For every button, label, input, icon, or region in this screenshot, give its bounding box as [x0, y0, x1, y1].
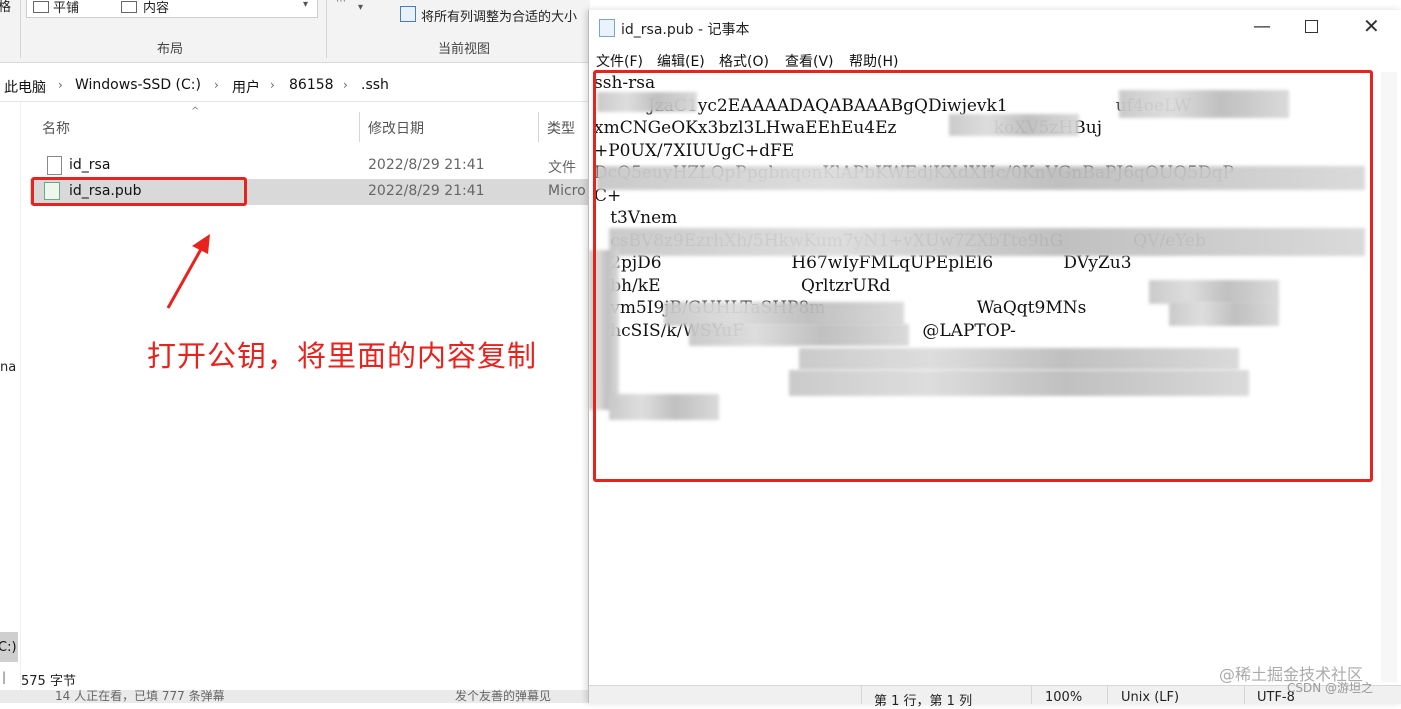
file-name: id_rsa: [69, 157, 111, 173]
vertical-scrollbar[interactable]: [1381, 72, 1397, 682]
highlight-box-content: [593, 70, 1373, 482]
ribbon-partial-label: 格: [0, 0, 12, 15]
status-divider: [1107, 686, 1108, 704]
chevron-right-icon: ›: [58, 78, 63, 92]
tile-view-option[interactable]: 平铺: [53, 0, 79, 16]
status-divider: [1244, 686, 1245, 704]
menu-format[interactable]: 格式(O): [719, 51, 769, 71]
notepad-title-bar[interactable]: id_rsa.pub - 记事本 — ✕: [589, 10, 1401, 46]
autofit-columns-button[interactable]: 将所有列调整为合适的大小: [421, 6, 577, 25]
breadcrumb-this-pc[interactable]: 此电脑: [4, 77, 46, 97]
column-divider[interactable]: [538, 112, 539, 142]
window-title: id_rsa.pub - 记事本: [621, 22, 750, 38]
file-explorer-window: 格 平铺 内容 ▾ 布局 ⋯ ▾ 将所有列调整为合适的大小 当前视图 此电脑 ›…: [0, 0, 590, 703]
annotation-text: 打开公钥，将里面的内容复制: [147, 339, 538, 373]
file-row-id-rsa[interactable]: id_rsa 2022/8/29 21:41 文件: [30, 152, 590, 178]
column-header-type[interactable]: 类型: [547, 118, 575, 138]
status-divider: [861, 686, 862, 704]
breadcrumb-ssh[interactable]: .ssh: [361, 77, 389, 93]
ribbon: 格 平铺 内容 ▾ 布局 ⋯ ▾ 将所有列调整为合适的大小 当前视图: [0, 0, 590, 63]
menu-edit[interactable]: 编辑(E): [657, 51, 705, 71]
file-type: Micro: [548, 183, 586, 199]
highlight-box-file: [31, 177, 247, 206]
column-header-date[interactable]: 修改日期: [368, 118, 424, 138]
breadcrumb-users[interactable]: 用户: [232, 77, 260, 97]
nav-partial-item[interactable]: na: [0, 360, 16, 375]
ribbon-divider: [326, 0, 327, 58]
chevron-right-icon: ›: [214, 78, 219, 92]
notepad-window: id_rsa.pub - 记事本 — ✕ 文件(F) 编辑(E) 格式(O) 查…: [588, 10, 1401, 709]
column-divider[interactable]: [359, 112, 360, 142]
content-icon: [121, 1, 137, 13]
nav-selected-drive[interactable]: C:): [0, 632, 18, 662]
file-date: 2022/8/29 21:41: [368, 157, 485, 173]
menu-file[interactable]: 文件(F): [596, 51, 643, 71]
layout-group-label: 布局: [157, 42, 184, 57]
autofit-columns-icon: [400, 6, 416, 22]
gallery-expand-icon[interactable]: ▾: [303, 0, 308, 10]
maximize-icon[interactable]: [1305, 20, 1318, 33]
address-bar[interactable]: 此电脑 › Windows-SSD (C:) › 用户 › 86158 › .s…: [0, 67, 590, 102]
notepad-app-icon: [599, 19, 615, 37]
danmaku-count-text: 14 人正在看，已填 777 条弹幕: [55, 689, 225, 703]
sort-ascending-icon: ^: [191, 106, 200, 117]
breadcrumb-drive[interactable]: Windows-SSD (C:): [75, 77, 201, 93]
chevron-down-icon[interactable]: ▾: [358, 2, 363, 13]
menu-view[interactable]: 查看(V): [785, 51, 834, 71]
chevron-right-icon: ›: [270, 78, 275, 92]
watermark-csdn: CSDN @游坦之: [1287, 681, 1374, 695]
file-date: 2022/8/29 21:41: [368, 183, 485, 199]
menu-help[interactable]: 帮助(H): [849, 51, 898, 71]
notepad-status-bar: 第 1 行，第 1 列 100% Unix (LF) UTF-8: [589, 685, 1401, 709]
status-partial-icon: |: [2, 670, 7, 684]
column-header-name[interactable]: 名称: [42, 118, 70, 138]
close-icon[interactable]: ✕: [1363, 14, 1380, 38]
breadcrumb-user-folder[interactable]: 86158: [289, 77, 334, 93]
file-icon: [47, 156, 62, 175]
current-view-group-label: 当前视图: [438, 42, 491, 57]
chevron-right-icon: ›: [343, 78, 348, 92]
background-taskbar-strip: 14 人正在看，已填 777 条弹幕 发个友善的弹幕见: [0, 689, 590, 703]
layout-gallery[interactable]: 平铺 内容 ▾: [26, 0, 318, 18]
content-view-option[interactable]: 内容: [143, 0, 169, 16]
file-type: 文件: [548, 160, 576, 176]
sort-by-icon[interactable]: ⋯: [336, 0, 376, 10]
status-divider: [1031, 686, 1032, 704]
navigation-pane: na C:): [0, 102, 21, 692]
minimize-icon[interactable]: —: [1253, 16, 1271, 37]
annotation-arrow: [166, 234, 210, 309]
nav-drive-label: C:): [0, 640, 17, 655]
ribbon-divider: [20, 0, 21, 58]
tile-icon: [33, 1, 49, 13]
danmaku-prompt-text: 发个友善的弹幕见: [455, 689, 552, 703]
cursor-position: 第 1 行，第 1 列: [874, 694, 973, 709]
